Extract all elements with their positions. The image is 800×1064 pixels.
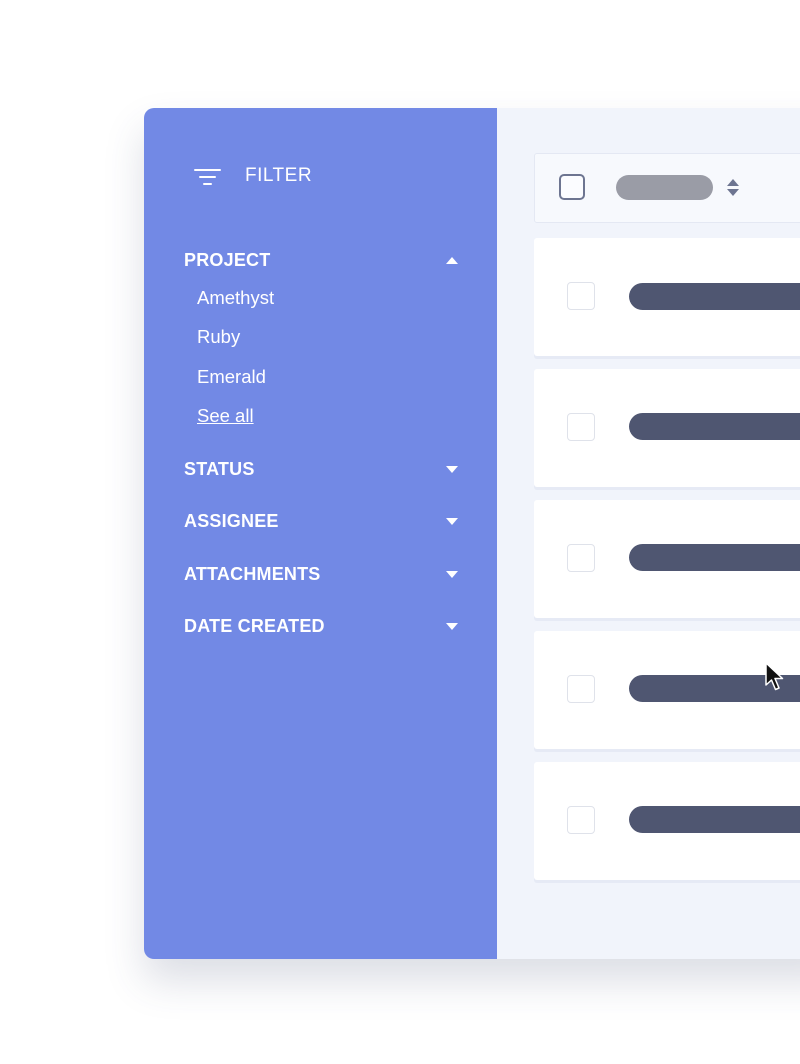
row-placeholder-bar — [629, 413, 800, 440]
section-title-attachments: ATTACHMENTS — [184, 563, 321, 584]
row-placeholder-bar — [629, 544, 800, 571]
project-option-emerald[interactable]: Emerald — [197, 366, 266, 388]
caret-down-icon[interactable] — [446, 622, 458, 630]
row-checkbox[interactable] — [567, 544, 595, 572]
filter-section-assignee[interactable]: ASSIGNEE — [184, 509, 458, 533]
list-item[interactable] — [534, 369, 800, 487]
caret-down-icon[interactable] — [446, 570, 458, 578]
filter-section-attachments[interactable]: ATTACHMENTS — [184, 562, 458, 586]
caret-down-icon[interactable] — [446, 517, 458, 525]
filter-icon — [194, 165, 222, 187]
list-item[interactable] — [534, 238, 800, 356]
sort-icon[interactable] — [726, 179, 740, 197]
page: FILTER PROJECT Amethyst Ruby Emerald See… — [0, 0, 800, 1064]
section-title-project: PROJECT — [184, 249, 271, 270]
row-checkbox[interactable] — [567, 806, 595, 834]
caret-up-icon[interactable] — [446, 256, 458, 264]
section-title-date-created: DATE CREATED — [184, 615, 325, 636]
task-list-area — [497, 108, 800, 959]
row-checkbox[interactable] — [567, 282, 595, 310]
column-header-placeholder[interactable] — [616, 175, 713, 200]
caret-down-icon[interactable] — [446, 465, 458, 473]
filter-section-date-created[interactable]: DATE CREATED — [184, 614, 458, 638]
list-item[interactable] — [534, 762, 800, 880]
select-all-checkbox[interactable] — [559, 174, 585, 200]
section-title-status: STATUS — [184, 458, 255, 479]
filter-section-status[interactable]: STATUS — [184, 457, 458, 481]
see-all-link[interactable]: See all — [197, 405, 254, 427]
list-item[interactable] — [534, 500, 800, 618]
filter-panel-card: FILTER PROJECT Amethyst Ruby Emerald See… — [144, 108, 800, 959]
filter-sidebar: FILTER PROJECT Amethyst Ruby Emerald See… — [144, 108, 497, 959]
section-title-assignee: ASSIGNEE — [184, 510, 279, 531]
row-placeholder-bar — [629, 283, 800, 310]
filter-section-project[interactable]: PROJECT — [184, 248, 458, 272]
row-placeholder-bar — [629, 806, 800, 833]
row-checkbox[interactable] — [567, 675, 595, 703]
mouse-pointer-icon — [765, 662, 784, 691]
project-option-ruby[interactable]: Ruby — [197, 326, 240, 348]
filter-label: FILTER — [245, 165, 313, 186]
list-header — [534, 153, 800, 223]
row-checkbox[interactable] — [567, 413, 595, 441]
filter-header[interactable]: FILTER — [194, 165, 312, 187]
project-option-amethyst[interactable]: Amethyst — [197, 287, 274, 309]
list-item[interactable] — [534, 631, 800, 749]
